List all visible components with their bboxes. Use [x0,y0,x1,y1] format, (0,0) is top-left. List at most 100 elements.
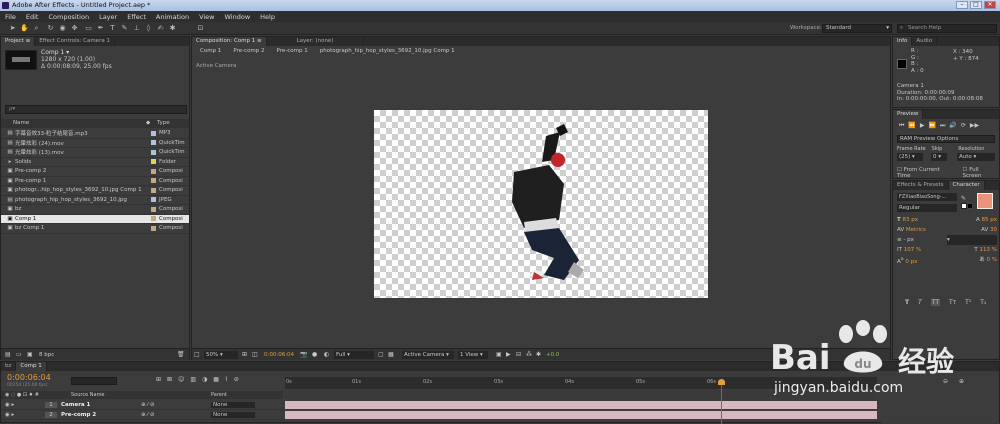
timeline-layer-row[interactable]: ◉ ▸ 1 Camera 1 ⊕ ⁄ ⊘ None [1,400,283,410]
draft-3d-icon[interactable]: ⊠ [167,376,172,383]
tab-layer[interactable]: Layer: (none) [267,37,365,46]
label-color-swatch[interactable] [151,216,156,222]
audio-icon[interactable]: 🔊 [949,122,956,130]
snapshot-icon[interactable]: 📷 [300,351,307,358]
menu-help[interactable]: Help [255,13,280,21]
label-color-swatch[interactable] [151,225,156,231]
prev-frame-icon[interactable]: ⏪ [908,122,915,130]
show-channel-icon[interactable]: ● [312,351,317,358]
pen-tool-icon[interactable]: ✒ [96,24,105,33]
ram-preview-icon[interactable]: ▶▶ [970,122,979,130]
project-item[interactable]: ▸ Solids Folder [1,158,189,167]
menu-window[interactable]: Window [220,13,256,21]
col-parent[interactable]: Parent [211,391,227,399]
kerning-field[interactable]: AV Metrics [897,225,926,235]
col-source-name[interactable]: Source Name [71,391,105,399]
font-style-select[interactable]: Regular [897,204,957,212]
mask-visibility-icon[interactable]: ◫ [252,351,258,358]
title-safe-icon[interactable]: ⊞ [242,351,247,358]
stroke-type-select[interactable]: ▾ [947,235,997,245]
tab-audio[interactable]: Audio [912,37,938,46]
menu-effect[interactable]: Effect [122,13,151,21]
project-item[interactable]: ▣ Comp 1 Composi [1,214,189,224]
label-color-swatch[interactable] [151,159,156,165]
resolution-select[interactable]: Full ▾ [334,351,374,359]
project-item[interactable]: ▣ photogr...hip_hop_styles_3692_10.jpg Co… [1,186,189,196]
rectangle-tool-icon[interactable]: ▭ [84,24,93,33]
resolution-icon[interactable]: ◐ [324,351,329,358]
full-screen-checkbox[interactable]: ☐ Full Screen [963,167,999,179]
project-item[interactable]: ▤ 光暈炫彩 (13).mov QuickTim [1,148,189,158]
roto-tool-icon[interactable]: ✍ [156,24,165,33]
lock-icon[interactable]: ⊘ [234,376,239,383]
motion-blur-icon[interactable]: ◑ [202,376,207,383]
baseline-shift-field[interactable]: Aa 0 px [897,255,917,267]
faux-bold-icon[interactable]: T [905,299,909,306]
close-button[interactable]: ✕ [984,1,996,9]
project-item[interactable]: ▤ 光暈炫彩 (24).mov QuickTim [1,139,189,148]
project-item[interactable]: ▣ Pre-comp 1 Composi [1,177,189,186]
menu-edit[interactable]: Edit [21,13,44,21]
label-color-swatch[interactable] [151,149,156,155]
next-frame-icon[interactable]: ⏩ [929,122,936,130]
parent-select[interactable]: None [211,401,255,408]
transparency-grid-icon[interactable]: ▦ [388,351,394,358]
interpret-footage-icon[interactable]: ▤ [5,351,11,358]
axis-mode-icon[interactable]: ⊡ [196,24,205,33]
layer-name[interactable]: Pre-comp 2 [61,412,141,418]
breadcrumb-precomp2[interactable]: Pre-comp 2 [233,48,264,57]
font-size-field[interactable]: T 83 px [897,215,918,225]
fill-color-swatch[interactable] [977,193,993,209]
layer-switches-icon[interactable]: ⊕ ⁄ ⊘ [141,412,211,418]
current-time-indicator[interactable] [721,380,722,424]
shy-icon[interactable]: ☺ [178,376,184,383]
selection-tool-icon[interactable]: ➤ [8,24,17,33]
menu-file[interactable]: File [0,13,21,21]
breadcrumb-precomp1[interactable]: Pre-comp 1 [277,48,308,57]
clone-tool-icon[interactable]: ⊥ [132,24,141,33]
bit-depth[interactable]: 8 bpc [39,352,54,358]
always-preview-icon[interactable]: □ [194,351,200,358]
font-family-select[interactable]: FZXiaoBiaoSong-... [897,193,957,201]
video-visibility-icon[interactable]: ◉ ▸ [5,402,45,408]
eraser-tool-icon[interactable]: ◊ [144,24,153,33]
video-visibility-icon[interactable]: ◉ ▸ [5,412,45,418]
label-color-swatch[interactable] [151,178,156,184]
current-time[interactable]: 0:00:06:04 [264,352,294,358]
project-item[interactable]: ▣ Pre-comp 2 Composi [1,167,189,177]
faux-italic-icon[interactable]: T [918,299,922,306]
puppet-tool-icon[interactable]: ✱ [168,24,177,33]
minimize-button[interactable]: – [956,1,968,9]
tab-info[interactable]: Info [893,37,913,46]
tab-timeline-bz[interactable]: bz [1,362,17,371]
preview-resolution-select[interactable]: Auto ▾ [957,153,995,161]
project-item[interactable]: ▤ 字幕音效33-粒子结尾音.mp3 MP3 [1,129,189,139]
timeline-timecode[interactable]: 0:00:06:04 [7,373,51,382]
timeline-icon[interactable]: ⊟ [516,351,521,358]
horizontal-scale-field[interactable]: T 113 % [974,245,997,255]
comp-mini-flowchart-icon[interactable]: ⊞ [156,376,161,383]
trash-icon[interactable]: 🗑 [177,351,185,358]
frame-blend-icon[interactable]: ▥ [190,376,196,383]
maximize-button[interactable]: □ [970,1,982,9]
ram-preview-select[interactable]: RAM Preview Options [897,135,995,143]
layer-bar-precomp2[interactable] [285,411,877,419]
menu-layer[interactable]: Layer [94,13,122,21]
camera-select[interactable]: Active Camera ▾ [402,351,454,359]
tab-composition[interactable]: Composition: Comp 1 ≡ [192,37,267,46]
toggle-pixel-aspect-icon[interactable]: ▣ [496,351,502,358]
zoom-select[interactable]: 50% ▾ [204,351,238,359]
project-item[interactable]: ▣ bz Comp 1 Composi [1,224,189,234]
tab-preview[interactable]: Preview [893,110,924,119]
new-folder-icon[interactable]: ▭ [16,351,22,358]
black-swatch[interactable] [967,203,973,209]
fast-previews-icon[interactable]: ▶ [506,351,511,358]
leading-field[interactable]: A 85 px [976,215,997,225]
skip-input[interactable]: 0 ▾ [931,153,947,161]
label-color-swatch[interactable] [151,197,156,203]
eyedropper-icon[interactable]: ✎ [961,195,966,202]
tab-effect-controls[interactable]: Effect Controls: Camera 1 [35,37,115,46]
zoom-tool-icon[interactable]: ⌕ [32,24,41,33]
hand-tool-icon[interactable]: ✋ [20,24,29,33]
small-caps-icon[interactable]: Tт [949,299,956,306]
